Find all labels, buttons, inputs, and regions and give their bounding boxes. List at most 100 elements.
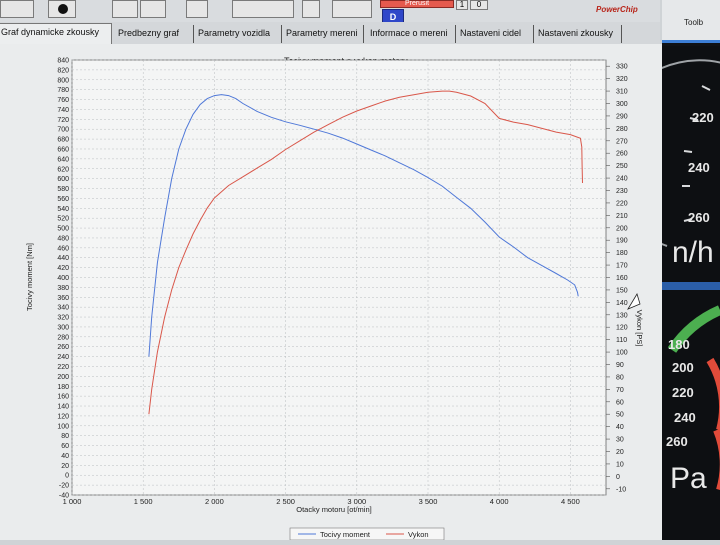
- mode-button[interactable]: D: [382, 9, 404, 23]
- gauge-value-260: 260: [688, 210, 710, 225]
- chart-icon-button[interactable]: [186, 0, 208, 18]
- y2-tick-label: 200: [616, 225, 628, 232]
- y-tick-label: 660: [57, 146, 69, 153]
- y2-tick-label: 320: [616, 76, 628, 83]
- background-window-header: Toolb: [662, 0, 720, 40]
- y-tick-label: 60: [61, 443, 69, 450]
- y-tick-label: 540: [57, 206, 69, 213]
- y2-tick-label: 0: [616, 474, 620, 481]
- y-tick-label: 780: [57, 87, 69, 94]
- rpm-value-260: 260: [666, 434, 688, 449]
- tab-dynamic-test-graph[interactable]: Graf dynamicke zkousky: [0, 23, 112, 44]
- y2-tick-label: 210: [616, 213, 628, 220]
- y-tick-label: 280: [57, 334, 69, 341]
- gauge-unit-upper: n/h: [672, 236, 714, 269]
- rpm-value-220: 220: [672, 385, 694, 400]
- y2-tick-label: 190: [616, 238, 628, 245]
- gauge-value-240: 240: [688, 160, 710, 175]
- y2-tick-label: 60: [616, 399, 624, 406]
- y-tick-label: 680: [57, 137, 69, 144]
- y2-tick-label: 150: [616, 287, 628, 294]
- tab-test-settings[interactable]: Nastaveni zkousky: [536, 25, 622, 43]
- record-button[interactable]: [48, 0, 76, 18]
- y2-tick-label: 110: [616, 337, 627, 344]
- image-button[interactable]: [140, 0, 166, 18]
- open-file-button[interactable]: [0, 0, 34, 18]
- y-tick-label: 0: [65, 473, 69, 480]
- y2-tick-label: 250: [616, 163, 628, 170]
- tab-measurement-info[interactable]: Informace o mereni: [368, 25, 456, 43]
- x-tick-label: 4 000: [490, 497, 509, 506]
- y-axis-label-right: Vykon [PS]: [635, 310, 644, 347]
- background-toolbar-label: Toolb: [684, 18, 704, 27]
- zoom-button[interactable]: [302, 0, 320, 18]
- y2-tick-label: 160: [616, 275, 628, 282]
- gauge-unit-lower: Pa: [670, 462, 707, 495]
- y-tick-label: 820: [57, 67, 69, 74]
- y2-tick-label: 10: [616, 461, 624, 468]
- y-tick-label: 560: [57, 196, 69, 203]
- gauge-value-220: 220: [692, 110, 714, 125]
- y-tick-label: 80: [61, 433, 69, 440]
- y2-tick-label: 290: [616, 113, 628, 120]
- y2-tick-label: 120: [616, 325, 628, 332]
- y-tick-label: 720: [57, 117, 69, 124]
- y-tick-label: 40: [61, 453, 69, 460]
- y-tick-label: -20: [59, 483, 69, 490]
- x-tick-label: 3 500: [419, 497, 438, 506]
- y2-tick-label: 330: [616, 64, 628, 71]
- toolbar: Prerusit 1 0 D PowerChip: [0, 0, 660, 23]
- y-tick-label: 380: [57, 285, 69, 292]
- record-icon: [58, 4, 68, 14]
- print-pair-button[interactable]: [232, 0, 294, 18]
- stop-measurement-button[interactable]: Prerusit: [380, 0, 454, 8]
- tab-sensor-settings[interactable]: Nastaveni cidel: [458, 25, 534, 43]
- value-field[interactable]: 0: [470, 0, 488, 10]
- y2-tick-label: 230: [616, 188, 628, 195]
- y-tick-label: 460: [57, 245, 69, 252]
- rpm-value-200: 200: [672, 360, 694, 375]
- y-tick-label: 420: [57, 265, 69, 272]
- y2-tick-label: 80: [616, 374, 624, 381]
- y2-tick-label: 310: [616, 89, 628, 96]
- y-tick-label: 360: [57, 295, 69, 302]
- legend: Tocivy moment Vykon: [289, 527, 445, 541]
- y2-tick-label: 300: [616, 101, 628, 108]
- x-tick-label: 4 500: [561, 497, 580, 506]
- background-window-border: [662, 40, 720, 43]
- y2-tick-label: 40: [616, 424, 624, 431]
- y-tick-label: 320: [57, 315, 69, 322]
- y-tick-label: 620: [57, 166, 69, 173]
- y2-tick-label: 280: [616, 126, 628, 133]
- y2-tick-label: 140: [616, 300, 628, 307]
- y-tick-label: 100: [57, 423, 69, 430]
- y-tick-label: 440: [57, 255, 69, 262]
- tab-preliminary-graph[interactable]: Predbezny graf: [116, 25, 194, 43]
- y2-tick-label: -10: [616, 486, 626, 493]
- y-tick-label: 180: [57, 384, 69, 391]
- y-tick-label: 700: [57, 127, 69, 134]
- tab-measurement-parameters[interactable]: Parametry mereni: [284, 25, 364, 43]
- y2-tick-label: 220: [616, 200, 628, 207]
- y-tick-label: 500: [57, 226, 69, 233]
- chart-view-button[interactable]: [112, 0, 138, 18]
- x-tick-label: 1 500: [134, 497, 153, 506]
- x-tick-label: 1 000: [63, 497, 82, 506]
- x-tick-label: 2 000: [205, 497, 224, 506]
- tab-vehicle-parameters[interactable]: Parametry vozidla: [196, 25, 282, 43]
- background-dashboard: Toolb 220 240 260 n/h 180 200 220 240 26…: [662, 0, 720, 540]
- y-tick-label: 480: [57, 235, 69, 242]
- x-tick-label: 2 500: [276, 497, 295, 506]
- y2-tick-label: 100: [616, 350, 628, 357]
- y-tick-label: 220: [57, 364, 69, 371]
- y2-tick-label: 260: [616, 151, 628, 158]
- y-tick-label: 20: [61, 463, 69, 470]
- y-tick-label: 120: [57, 413, 69, 420]
- torque-power-chart: Tocivy moment a vykon motoru -40-2002040…: [0, 44, 662, 541]
- comment-button[interactable]: [332, 0, 372, 18]
- y-tick-label: 140: [57, 404, 69, 411]
- y2-tick-label: 20: [616, 449, 624, 456]
- gauge-divider: [662, 282, 720, 290]
- y2-tick-label: 90: [616, 362, 624, 369]
- y2-tick-label: 170: [616, 263, 628, 270]
